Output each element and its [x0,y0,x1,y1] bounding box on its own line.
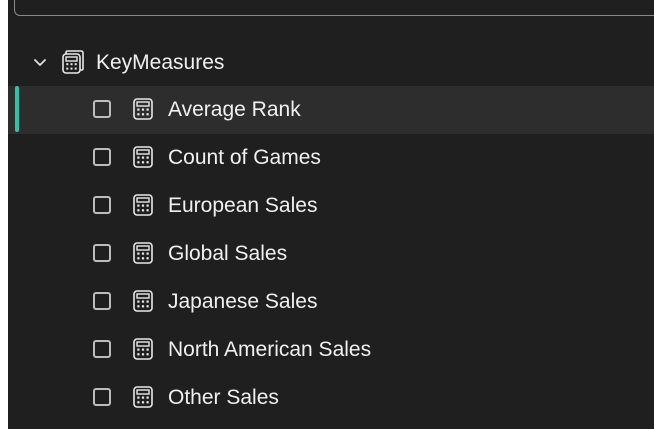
fields-pane: KeyMeasures Average Rank Count of Games … [8,0,654,429]
calculator-icon [133,242,153,264]
measure-item-count-of-games[interactable]: Count of Games [8,134,654,182]
measure-item-north-american-sales[interactable]: North American Sales [8,326,654,374]
measure-label: Count of Games [168,146,321,169]
measure-label: Average Rank [168,98,301,121]
calculator-icon [133,194,153,216]
search-input[interactable] [14,0,654,16]
measure-label: Japanese Sales [168,290,318,313]
measure-checkbox[interactable] [93,244,111,262]
calculator-icon [133,98,153,120]
measure-checkbox[interactable] [93,148,111,166]
calculator-icon [133,290,153,312]
measure-item-other-sales[interactable]: Other Sales [8,374,654,422]
table-name: KeyMeasures [96,51,225,74]
measure-item-european-sales[interactable]: European Sales [8,182,654,230]
calculator-icon [133,386,153,408]
measure-item-japanese-sales[interactable]: Japanese Sales [8,278,654,326]
measure-label: Other Sales [168,386,279,409]
measure-checkbox[interactable] [93,100,111,118]
measure-label: European Sales [168,194,318,217]
measure-item-average-rank[interactable]: Average Rank [8,86,654,134]
table-item-keymeasures[interactable]: KeyMeasures [8,40,654,86]
measure-label: North American Sales [168,338,372,361]
measure-checkbox[interactable] [93,340,111,358]
measure-checkbox[interactable] [93,292,111,310]
calculator-table-icon [62,50,84,74]
measure-list: Average Rank Count of Games European Sal… [8,86,654,422]
measure-label: Global Sales [168,242,288,265]
selection-indicator [15,86,19,132]
calculator-icon [133,146,153,168]
measure-checkbox[interactable] [93,388,111,406]
chevron-down-icon[interactable] [32,54,48,70]
measure-item-global-sales[interactable]: Global Sales [8,230,654,278]
measure-checkbox[interactable] [93,196,111,214]
calculator-icon [133,338,153,360]
